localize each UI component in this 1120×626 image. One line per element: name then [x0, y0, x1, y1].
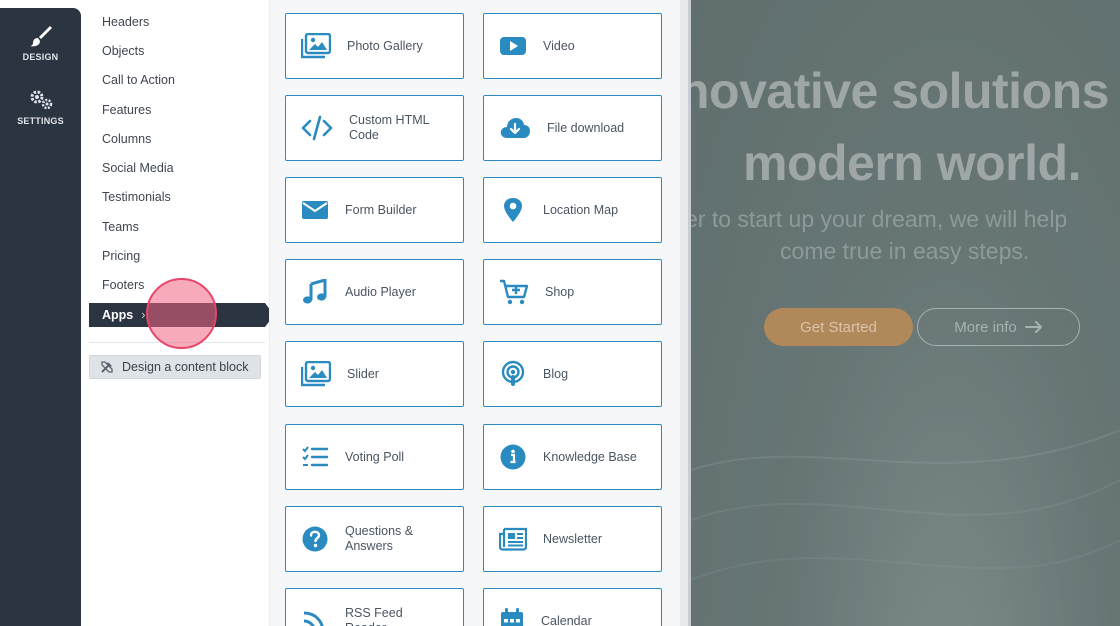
settings-tab[interactable]: SETTINGS [0, 88, 81, 126]
app-label: Blog [543, 366, 569, 381]
app-label: Calendar [541, 613, 592, 626]
app-audio-player[interactable]: Audio Player [285, 259, 464, 325]
chevron-right-icon: › [141, 308, 146, 322]
tools-icon [101, 361, 113, 373]
design-tab[interactable]: DESIGN [0, 24, 81, 62]
question-icon [302, 526, 328, 552]
map-pin-icon [504, 198, 522, 222]
music-note-icon [303, 279, 327, 304]
design-content-block-label: Design a content block [122, 360, 249, 374]
app-calendar[interactable]: Calendar [483, 588, 662, 626]
app-label: Shop [545, 284, 575, 299]
hero-subline-2: come true in easy steps. [780, 238, 1030, 264]
left-rail: DESIGN SETTINGS [0, 8, 81, 626]
app-questions-answers[interactable]: Questions & Answers [285, 506, 464, 572]
category-testimonials[interactable]: Testimonials [102, 188, 171, 206]
checklist-icon [302, 446, 329, 467]
category-columns[interactable]: Columns [102, 130, 151, 148]
hero-headline-1: novative solutions [691, 63, 1109, 119]
app-label: Knowledge Base [543, 449, 637, 464]
category-apps-label: Apps [102, 308, 134, 322]
gears-icon [30, 90, 52, 110]
app-slider[interactable]: Slider [285, 341, 464, 407]
hero-headline-2: modern world. [743, 135, 1081, 191]
app-custom-html-code[interactable]: Custom HTML Code [285, 95, 464, 161]
app-label: Slider [347, 366, 379, 381]
get-started-label: Get Started [800, 318, 877, 336]
video-icon [500, 37, 526, 55]
category-objects[interactable]: Objects [102, 42, 144, 60]
app-label: Audio Player [345, 284, 416, 299]
category-features[interactable]: Features [102, 101, 151, 119]
category-call-to-action[interactable]: Call to Action [102, 71, 175, 89]
photo-gallery-icon [301, 33, 331, 59]
category-teams[interactable]: Teams [102, 218, 139, 236]
apps-panel: Photo Gallery Video Custom HTML Code Fil… [269, 0, 680, 626]
paintbrush-icon [29, 26, 52, 47]
calendar-icon [501, 608, 523, 626]
app-photo-gallery[interactable]: Photo Gallery [285, 13, 464, 79]
category-footers[interactable]: Footers [102, 276, 144, 294]
code-icon [301, 115, 333, 141]
app-label: Voting Poll [345, 449, 405, 464]
click-indicator [146, 278, 217, 349]
app-voting-poll[interactable]: Voting Poll [285, 424, 464, 490]
app-shop[interactable]: Shop [483, 259, 662, 325]
envelope-icon [302, 201, 328, 219]
app-label: Photo Gallery [347, 38, 423, 53]
info-icon [500, 444, 526, 470]
app-label: Questions & Answers [345, 524, 414, 553]
app-knowledge-base[interactable]: Knowledge Base [483, 424, 662, 490]
app-file-download[interactable]: File download [483, 95, 662, 161]
category-headers[interactable]: Headers [102, 13, 149, 31]
app-location-map[interactable]: Location Map [483, 177, 662, 243]
app-video[interactable]: Video [483, 13, 662, 79]
cart-icon [500, 279, 529, 305]
slider-image-icon [301, 361, 331, 387]
more-info-label: More info [954, 318, 1017, 336]
apps-scrollbar[interactable] [680, 0, 688, 626]
app-label: Form Builder [345, 202, 417, 217]
app-form-builder[interactable]: Form Builder [285, 177, 464, 243]
podcast-icon [501, 360, 525, 386]
page-preview[interactable]: novative solutions modern world. er to s… [691, 0, 1120, 626]
settings-tab-label: SETTINGS [17, 116, 64, 126]
design-content-block-button[interactable]: Design a content block [89, 355, 261, 379]
app-label: Custom HTML Code [349, 113, 430, 142]
more-info-button[interactable]: More info [917, 308, 1080, 346]
get-started-button[interactable]: Get Started [764, 308, 913, 346]
cloud-download-icon [500, 118, 530, 138]
rss-icon [303, 611, 324, 626]
newspaper-icon [499, 527, 527, 551]
category-social-media[interactable]: Social Media [102, 159, 174, 177]
arrow-right-icon [1024, 321, 1042, 333]
app-label: Video [543, 38, 575, 53]
category-pricing[interactable]: Pricing [102, 247, 140, 265]
app-label: RSS Feed Reader [345, 606, 403, 626]
app-label: Newsletter [543, 531, 603, 546]
app-label: Location Map [543, 202, 619, 217]
app-rss-feed-reader[interactable]: RSS Feed Reader [285, 588, 464, 626]
design-tab-label: DESIGN [22, 52, 59, 62]
app-blog[interactable]: Blog [483, 341, 662, 407]
hero-subline-1: er to start up your dream, we will help [691, 206, 1068, 232]
app-label: File download [547, 120, 625, 135]
app-newsletter[interactable]: Newsletter [483, 506, 662, 572]
